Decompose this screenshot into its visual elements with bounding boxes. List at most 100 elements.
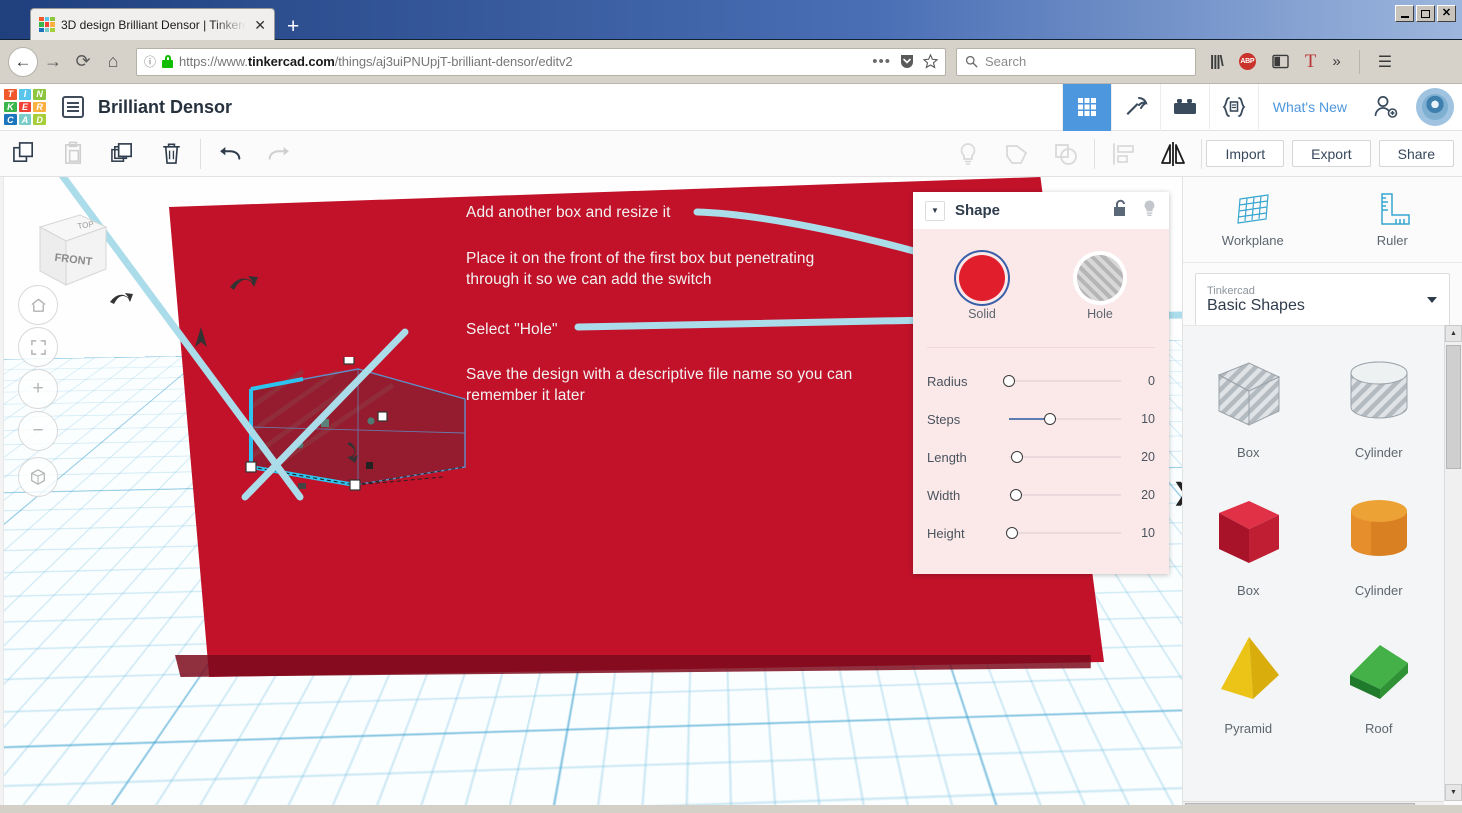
project-list-icon[interactable] xyxy=(62,96,84,118)
shape-label: Pyramid xyxy=(1224,720,1273,736)
import-button[interactable]: Import xyxy=(1206,140,1285,167)
unlocked-padlock-icon[interactable] xyxy=(1112,199,1128,222)
close-button[interactable]: ✕ xyxy=(1437,5,1456,22)
toolbar-divider xyxy=(1094,138,1096,169)
whats-new-link[interactable]: What's New xyxy=(1257,83,1361,131)
browser-tab[interactable]: 3D design Brilliant Densor | Tinkercad ✕ xyxy=(30,8,275,40)
invite-person-icon[interactable] xyxy=(1361,84,1410,131)
bookmark-star-icon[interactable] xyxy=(923,54,938,69)
hole-swatch-label: Hole xyxy=(1087,307,1113,321)
overflow-icon[interactable]: » xyxy=(1332,53,1340,70)
shapes-vertical-scrollbar[interactable]: ▲ ▼ xyxy=(1444,325,1462,801)
scroll-up-button[interactable]: ▲ xyxy=(1445,325,1462,342)
lightbulb-icon[interactable] xyxy=(1142,199,1157,223)
shape-pyramid[interactable]: Pyramid xyxy=(1183,612,1314,750)
group-icon[interactable] xyxy=(992,131,1041,177)
page-title: Brilliant Densor xyxy=(98,96,233,117)
property-value[interactable]: 20 xyxy=(1127,450,1155,464)
tinkercad-logo[interactable]: T I N K E R C A D xyxy=(4,89,46,125)
minimize-button[interactable] xyxy=(1395,5,1414,22)
undo-icon[interactable] xyxy=(205,131,254,177)
header-actions: What's New xyxy=(1061,83,1462,131)
home-button[interactable]: ⌂ xyxy=(98,47,128,77)
shape-panel-title: Shape xyxy=(955,202,1001,219)
view-cube[interactable]: TOP FRONT xyxy=(18,205,110,297)
tampermonkey-icon[interactable]: T xyxy=(1305,51,1317,73)
workplane-tool[interactable]: Workplane xyxy=(1183,177,1323,262)
reload-button[interactable]: ⟳ xyxy=(68,47,98,77)
pocket-icon[interactable] xyxy=(900,54,914,69)
toolbar-divider xyxy=(1201,138,1203,169)
user-avatar[interactable] xyxy=(1416,88,1454,126)
radius-slider[interactable] xyxy=(999,374,1127,388)
ungroup-icon[interactable] xyxy=(1041,131,1090,177)
library-icon[interactable]: |||\ xyxy=(1210,53,1224,70)
solid-swatch[interactable]: Solid xyxy=(959,255,1005,321)
home-view-button[interactable] xyxy=(18,285,58,325)
redo-icon[interactable] xyxy=(254,131,303,177)
forward-button[interactable]: → xyxy=(38,47,68,77)
close-tab-icon[interactable]: ✕ xyxy=(252,18,268,32)
page-actions-icon[interactable]: ••• xyxy=(872,53,891,70)
lightbulb-icon[interactable] xyxy=(943,131,992,177)
zoom-out-button[interactable]: − xyxy=(18,411,58,451)
ruler-tool-label: Ruler xyxy=(1376,233,1408,248)
fit-to-view-button[interactable] xyxy=(18,327,58,367)
shape-label: Box xyxy=(1237,582,1260,598)
maximize-button[interactable] xyxy=(1416,5,1435,22)
shape-label: Box xyxy=(1237,444,1260,460)
perspective-toggle-button[interactable] xyxy=(18,457,58,497)
delete-icon[interactable] xyxy=(147,131,196,177)
app-menu-icon[interactable]: ☰ xyxy=(1378,52,1392,72)
length-slider[interactable] xyxy=(999,450,1127,464)
chevron-down-icon[interactable]: ▼ xyxy=(925,200,945,221)
property-value[interactable]: 20 xyxy=(1127,488,1155,502)
search-bar[interactable]: Search xyxy=(956,47,1196,76)
code-blocks-icon[interactable] xyxy=(1208,83,1258,131)
shape-box-red[interactable]: Box xyxy=(1183,474,1314,612)
shape-cylinder-hole[interactable]: Cylinder xyxy=(1314,336,1445,474)
duplicate-icon[interactable] xyxy=(98,131,147,177)
copy-icon[interactable] xyxy=(0,131,49,177)
scroll-down-button[interactable]: ▼ xyxy=(1445,784,1462,801)
steps-slider[interactable] xyxy=(999,412,1127,426)
hole-swatch[interactable]: Hole xyxy=(1077,255,1123,321)
url-path: /things/aj3uiPNUpjT-brilliant-densor/edi… xyxy=(334,54,573,69)
align-icon[interactable] xyxy=(1099,131,1148,177)
property-value[interactable]: 0 xyxy=(1127,374,1155,388)
property-row-length: Length 20 xyxy=(927,438,1155,476)
shape-panel-header: ▼ Shape xyxy=(913,192,1169,229)
new-tab-button[interactable]: + xyxy=(287,16,299,40)
export-button[interactable]: Export xyxy=(1292,140,1371,167)
shape-cylinder-orange[interactable]: Cylinder xyxy=(1314,474,1445,612)
url-bar[interactable]: ⓘ https://www.tinkercad.com/things/aj3ui… xyxy=(136,47,946,76)
shape-box-hole[interactable]: Box xyxy=(1183,336,1314,474)
height-slider[interactable] xyxy=(999,526,1127,540)
shape-roof[interactable]: Roof xyxy=(1314,612,1445,750)
scrollbar-thumb[interactable] xyxy=(1446,345,1461,469)
shapes-sidebar: Workplane Ruler Tinkercad Basic Shapes B… xyxy=(1182,177,1462,813)
share-button[interactable]: Share xyxy=(1378,140,1454,167)
annotation-3: Select "Hole" xyxy=(466,321,558,338)
logo-tile-a: A xyxy=(18,114,32,125)
site-info-icon[interactable]: ⓘ xyxy=(144,53,156,70)
shape-panel-header-icons xyxy=(1112,199,1157,223)
property-value[interactable]: 10 xyxy=(1127,526,1155,540)
width-slider[interactable] xyxy=(999,488,1127,502)
shapes-list[interactable]: Box Cylinder Box Cylinder Pyramid Roof xyxy=(1183,325,1444,801)
property-value[interactable]: 10 xyxy=(1127,412,1155,426)
shape-inspector-panel[interactable]: ▼ Shape Solid Hole Radius 0 Steps 10 Len… xyxy=(913,192,1169,574)
reader-sidebar-icon[interactable] xyxy=(1272,54,1289,69)
shape-library-select[interactable]: Tinkercad Basic Shapes xyxy=(1195,273,1450,327)
mirror-icon[interactable] xyxy=(1148,131,1197,177)
zoom-in-button[interactable]: + xyxy=(18,369,58,409)
selected-hole-box[interactable] xyxy=(243,357,466,491)
pickaxe-icon[interactable] xyxy=(1110,83,1160,131)
brick-icon[interactable] xyxy=(1159,83,1209,131)
back-button[interactable]: ← xyxy=(8,46,38,77)
shape-label: Cylinder xyxy=(1354,582,1403,598)
paste-icon[interactable] xyxy=(49,131,98,177)
grid-view-icon[interactable] xyxy=(1061,83,1111,131)
ruler-tool[interactable]: Ruler xyxy=(1323,177,1462,262)
adblock-plus-icon[interactable]: ABP xyxy=(1238,53,1256,70)
